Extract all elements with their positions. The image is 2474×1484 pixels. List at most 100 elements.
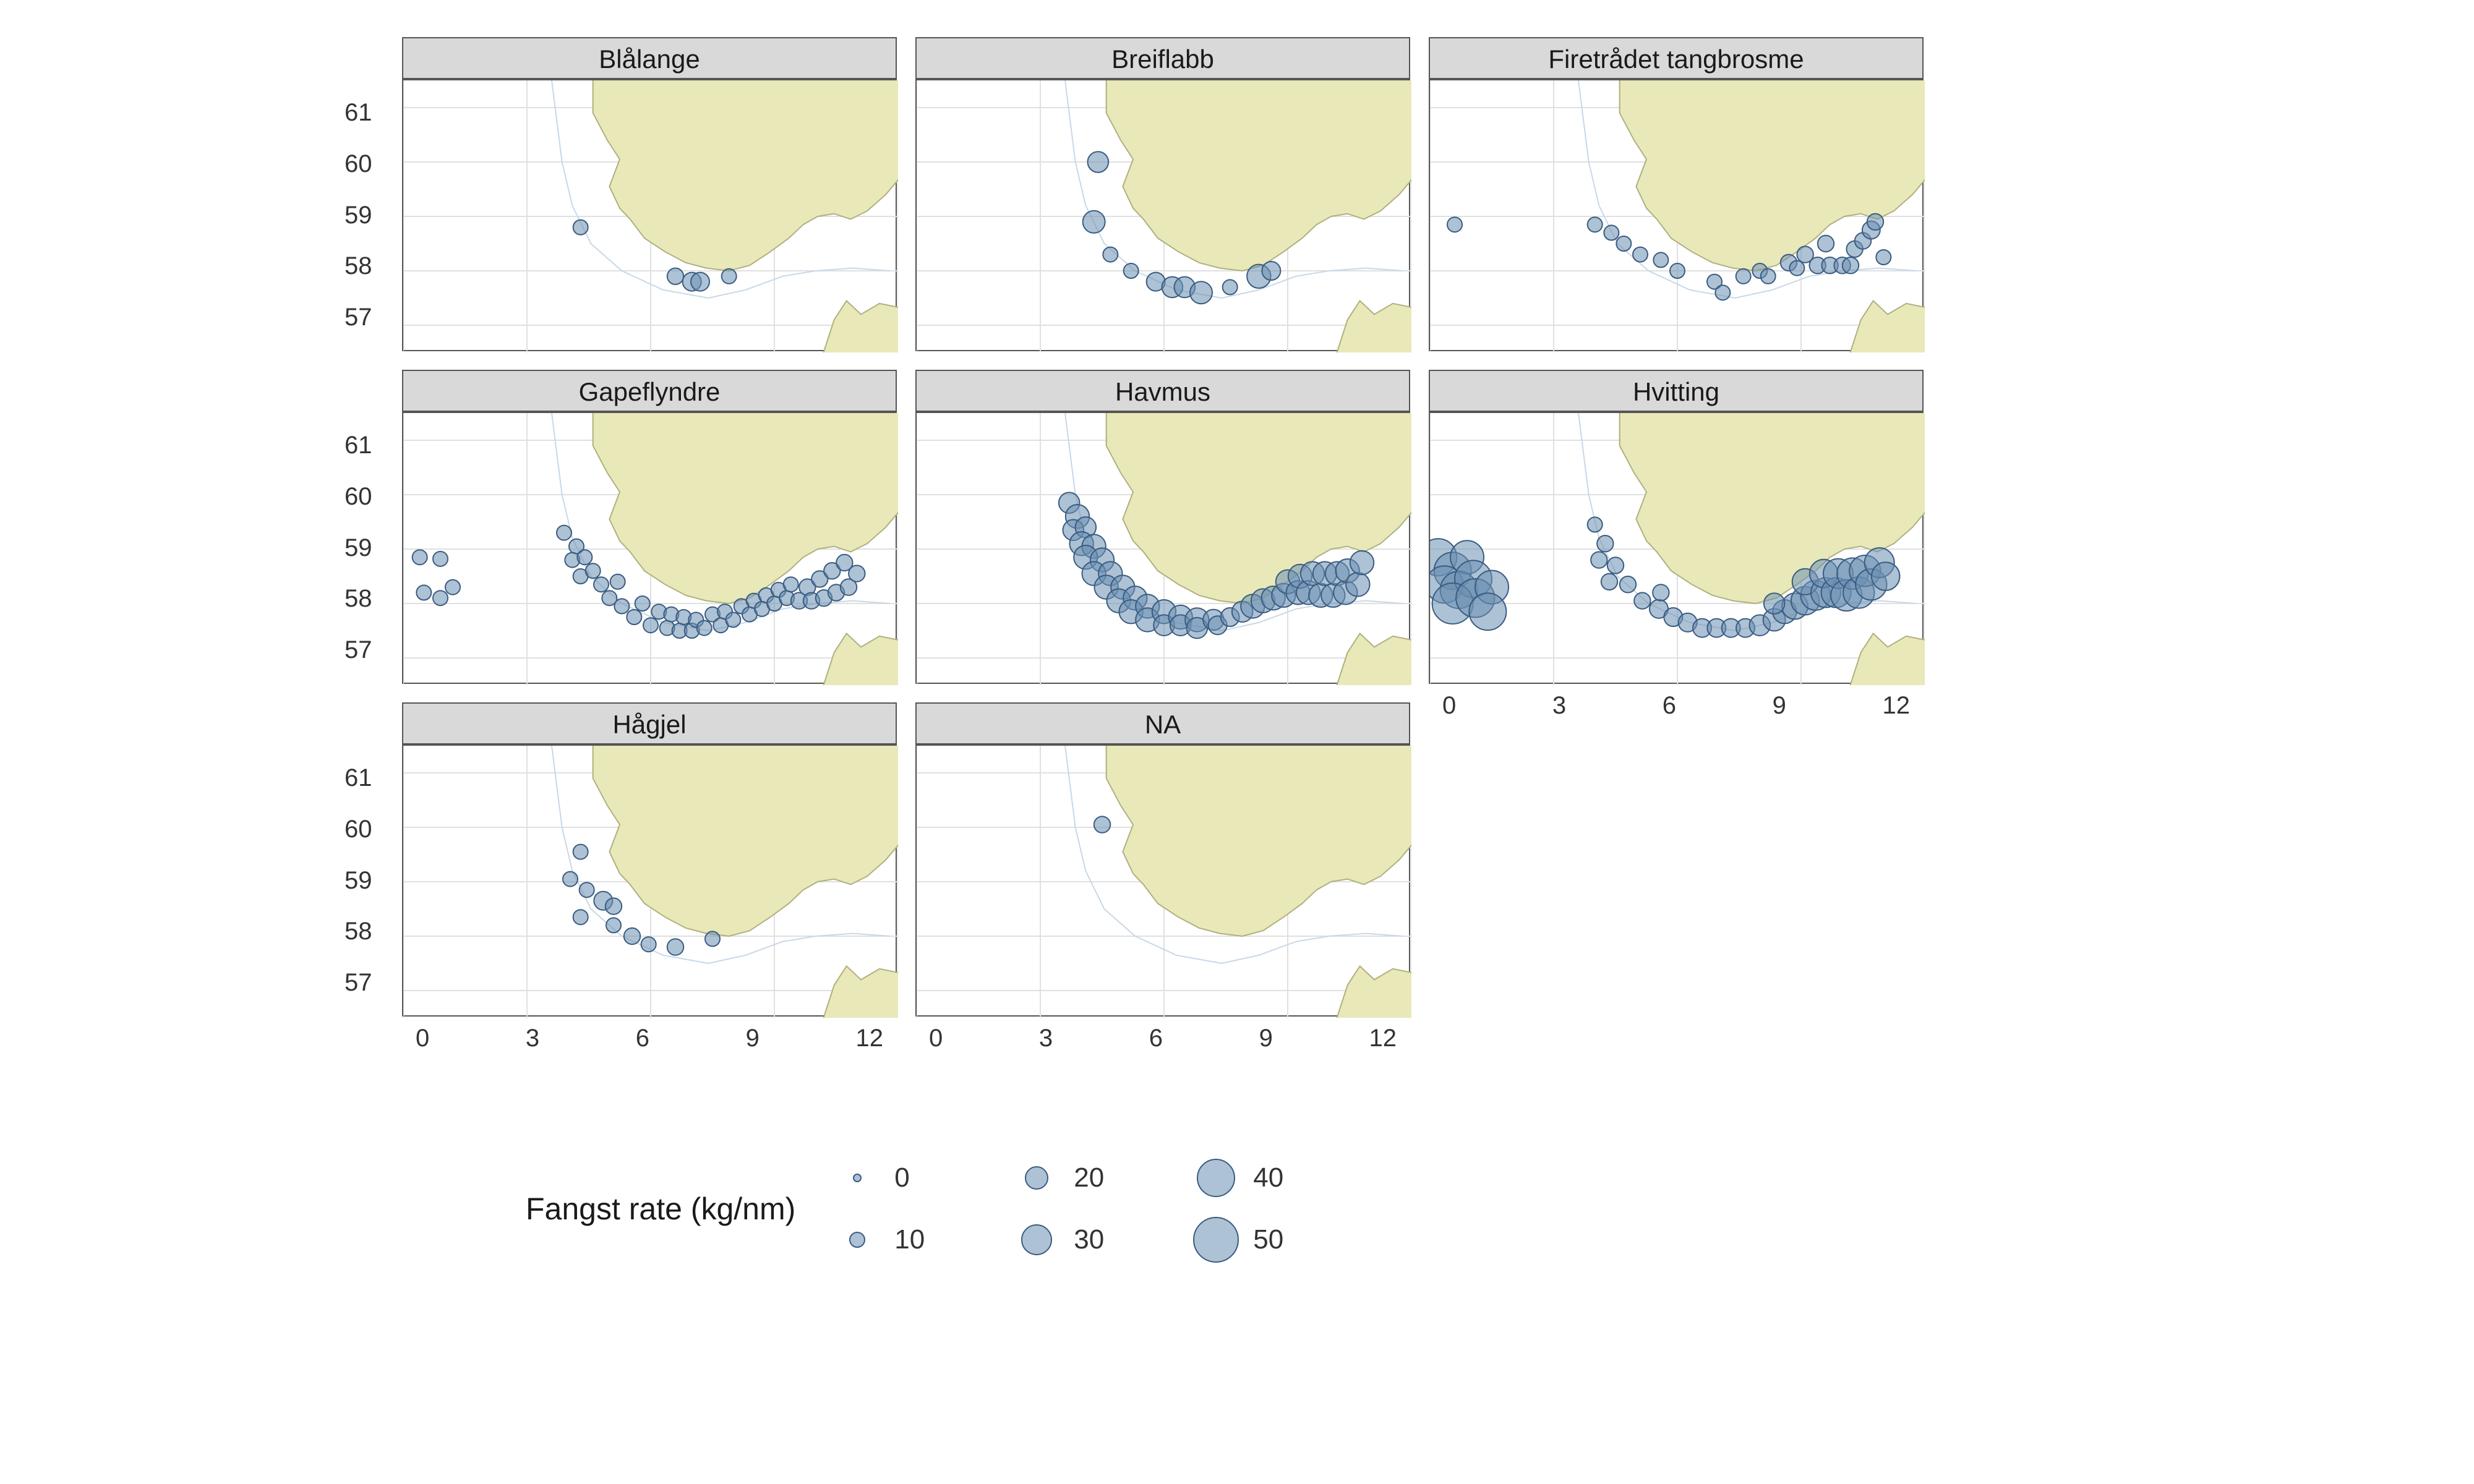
data-point: [1616, 236, 1631, 251]
data-point: [697, 621, 712, 636]
legend-bubble-icon: [1012, 1215, 1061, 1264]
y-tick: 60: [345, 816, 372, 843]
legend-bubble-icon: [1012, 1153, 1061, 1203]
y-tick: 60: [345, 150, 372, 178]
data-point: [413, 550, 427, 565]
data-point: [1346, 573, 1369, 596]
x-tick: 12: [856, 1025, 884, 1052]
x-axis: 036912: [403, 1025, 896, 1052]
map-svg: [403, 413, 898, 685]
y-tick: 58: [345, 252, 372, 280]
y-tick: 58: [345, 918, 372, 945]
facet-title: Blålange: [402, 37, 897, 79]
legend-title: Fangst rate (kg/nm): [526, 1191, 795, 1227]
x-tick: 0: [1442, 692, 1456, 720]
y-tick: 59: [345, 202, 372, 229]
data-point: [784, 577, 798, 592]
map-svg: [917, 80, 1411, 352]
data-point: [1653, 252, 1668, 267]
data-point: [557, 526, 571, 540]
data-point: [1789, 261, 1804, 276]
data-point: [1124, 263, 1139, 278]
data-point: [1083, 211, 1105, 233]
legend-label: 10: [894, 1224, 925, 1255]
data-point: [580, 882, 594, 897]
map-svg: [917, 413, 1411, 685]
data-point: [610, 574, 625, 589]
y-tick: 60: [345, 483, 372, 511]
legend-bubble-icon: [833, 1215, 882, 1264]
data-point: [726, 612, 740, 627]
data-point: [606, 918, 621, 932]
facet: Firetrådet tangbrosme: [1429, 37, 1924, 351]
data-point: [1597, 535, 1613, 552]
legend-label: 40: [1253, 1162, 1283, 1193]
panel: 036912: [915, 744, 1410, 1017]
data-point: [1818, 236, 1834, 252]
y-tick: 61: [345, 432, 372, 459]
map-svg: [1430, 413, 1925, 685]
data-point: [722, 269, 737, 284]
data-point: [614, 599, 629, 613]
x-tick: 9: [1773, 692, 1786, 720]
x-tick: 3: [1039, 1025, 1053, 1052]
legend-label: 30: [1074, 1224, 1104, 1255]
y-tick: 57: [345, 636, 372, 664]
y-tick: 61: [345, 764, 372, 792]
data-point: [1601, 574, 1617, 590]
facet: Hågjel6160595857036912: [402, 702, 897, 1017]
x-tick: 6: [636, 1025, 649, 1052]
data-point: [641, 937, 656, 952]
facet-row: Hågjel6160595857036912 NA036912: [402, 702, 2010, 1017]
panel: [1429, 79, 1924, 351]
data-point: [1350, 551, 1374, 574]
legend-item: 0: [833, 1150, 993, 1206]
data-point: [433, 591, 448, 605]
x-tick: 6: [1149, 1025, 1163, 1052]
data-point: [1190, 281, 1212, 304]
facet-title: Gapeflyndre: [402, 370, 897, 412]
data-point: [1094, 816, 1110, 832]
legend-item: 50: [1191, 1212, 1352, 1268]
x-tick: 0: [416, 1025, 429, 1052]
x-tick: 12: [1369, 1025, 1397, 1052]
facet-title: Hvitting: [1429, 370, 1924, 412]
data-point: [691, 273, 709, 291]
data-point: [1736, 269, 1751, 284]
data-point: [1843, 257, 1859, 273]
panel: 6160595857036912: [402, 744, 897, 1017]
data-point: [1670, 263, 1685, 278]
y-tick: 61: [345, 99, 372, 127]
data-point: [577, 550, 592, 565]
data-point: [1469, 593, 1506, 630]
legend-label: 0: [894, 1162, 909, 1193]
data-point: [573, 220, 588, 235]
legend-item: 10: [833, 1212, 993, 1268]
x-tick: 9: [746, 1025, 760, 1052]
data-point: [563, 872, 578, 887]
size-legend: Fangst rate (kg/nm) 01020304050: [526, 1150, 1825, 1268]
data-point: [1604, 225, 1619, 240]
facet-title: NA: [915, 702, 1410, 744]
y-tick: 59: [345, 534, 372, 562]
map-svg: [403, 80, 898, 352]
data-point: [705, 931, 720, 946]
data-point: [1588, 217, 1603, 232]
data-point: [606, 898, 622, 914]
legend-item: 40: [1191, 1150, 1352, 1206]
map-svg: [1430, 80, 1925, 352]
y-tick: 59: [345, 867, 372, 895]
data-point: [1761, 269, 1776, 284]
data-point: [1634, 592, 1650, 608]
data-point: [624, 928, 640, 944]
data-point: [573, 910, 588, 924]
data-point: [1872, 562, 1900, 591]
facet-title: Breiflabb: [915, 37, 1410, 79]
facet: Havmus: [915, 370, 1410, 684]
data-point: [433, 552, 448, 566]
map-svg: [403, 746, 898, 1018]
legend-label: 50: [1253, 1224, 1283, 1255]
data-point: [1103, 247, 1118, 262]
data-point: [849, 565, 865, 581]
x-tick: 0: [929, 1025, 943, 1052]
